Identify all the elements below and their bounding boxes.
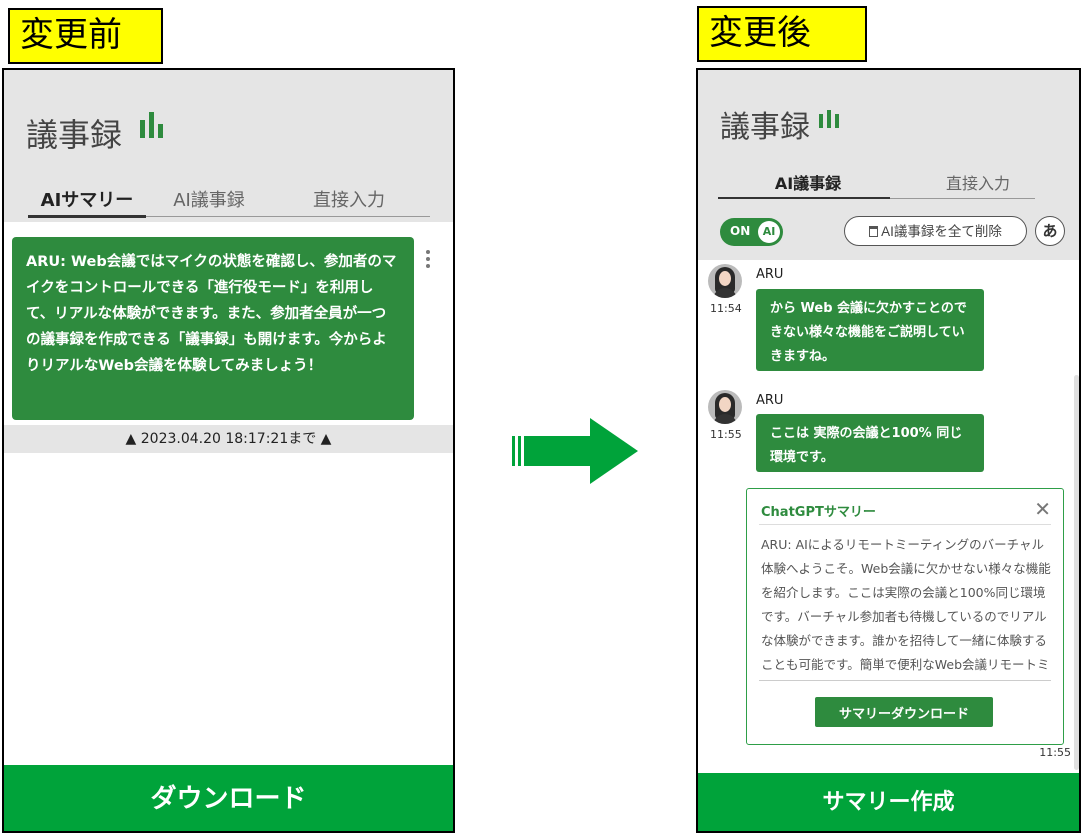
scrollbar[interactable]: [1074, 375, 1079, 770]
tab-ai-minutes[interactable]: AI議事録: [758, 170, 858, 194]
before-panel: 議事録 AIサマリー AI議事録 直接入力 ARU: Web会議ではマイクの状態…: [2, 68, 455, 833]
delete-all-minutes-button[interactable]: AI議事録を全て削除: [844, 216, 1027, 246]
tab-direct-input[interactable]: 直接入力: [928, 170, 1028, 194]
app-title: 議事録: [720, 110, 810, 145]
minutes-logo-icon: [819, 110, 839, 128]
divider: [759, 524, 1051, 525]
message-time: 11:54: [710, 302, 742, 315]
avatar: [708, 264, 742, 298]
tab-divider: [890, 198, 1035, 199]
summary-text: ARU: AIによるリモートミーティングのバーチャル体験へようこそ。Web会議に…: [761, 537, 1051, 672]
divider: [759, 680, 1051, 681]
after-label: 変更後: [697, 6, 867, 62]
summary-download-button[interactable]: サマリーダウンロード: [815, 697, 993, 727]
tab-direct-input[interactable]: 直接入力: [294, 186, 404, 212]
delete-all-label: AI議事録を全て削除: [881, 223, 1002, 239]
speaker-name: ARU: [756, 267, 784, 282]
message-time: 11:55: [1039, 746, 1071, 759]
tab-divider: [146, 216, 430, 217]
summary-timestamp: ▲ 2023.04.20 18:17:21まで ▲: [4, 425, 453, 453]
toggle-state: ON: [730, 224, 751, 238]
speaker-name: ARU: [756, 393, 784, 408]
message-bubble: ここは 実際の会議と100% 同じ環境です。: [756, 414, 984, 472]
active-tab-indicator: [28, 215, 146, 218]
avatar: [708, 390, 742, 424]
ai-toggle-switch[interactable]: ON AI: [720, 218, 783, 246]
before-label: 変更前: [8, 8, 163, 64]
active-tab-indicator: [718, 197, 890, 199]
download-button[interactable]: ダウンロード: [4, 765, 453, 831]
create-summary-button[interactable]: サマリー作成: [698, 773, 1079, 831]
tab-ai-minutes[interactable]: AI議事録: [154, 186, 264, 212]
panel-header: 議事録 AI議事録 直接入力 ON AI AI議事録を全て削除 あ: [698, 70, 1079, 260]
font-size-button[interactable]: あ: [1035, 216, 1065, 246]
more-options-icon[interactable]: [424, 250, 432, 268]
ai-summary-card: ARU: Web会議ではマイクの状態を確認し、参加者のマイクをコントロールできる…: [12, 237, 414, 420]
message-time: 11:55: [710, 428, 742, 441]
minutes-logo-icon: [140, 112, 163, 138]
tab-ai-summary[interactable]: AIサマリー: [32, 186, 142, 212]
app-title: 議事録: [26, 116, 123, 154]
trash-icon: [869, 225, 879, 237]
message-bubble: から Web 会議に欠かすことのできない様々な機能をご説明していきますね。: [756, 289, 984, 371]
after-panel: 議事録 AI議事録 直接入力 ON AI AI議事録を全て削除 あ ARU 11…: [696, 68, 1081, 833]
panel-header: 議事録 AIサマリー AI議事録 直接入力: [4, 70, 453, 222]
toggle-knob-ai: AI: [758, 221, 780, 243]
popup-title: ChatGPTサマリー: [761, 505, 876, 520]
right-arrow-icon: [512, 418, 638, 484]
close-icon[interactable]: ✕: [1034, 497, 1051, 521]
chatgpt-summary-popup: ChatGPTサマリー ✕ ARU: AIによるリモートミーティングのバーチャル…: [746, 488, 1064, 745]
